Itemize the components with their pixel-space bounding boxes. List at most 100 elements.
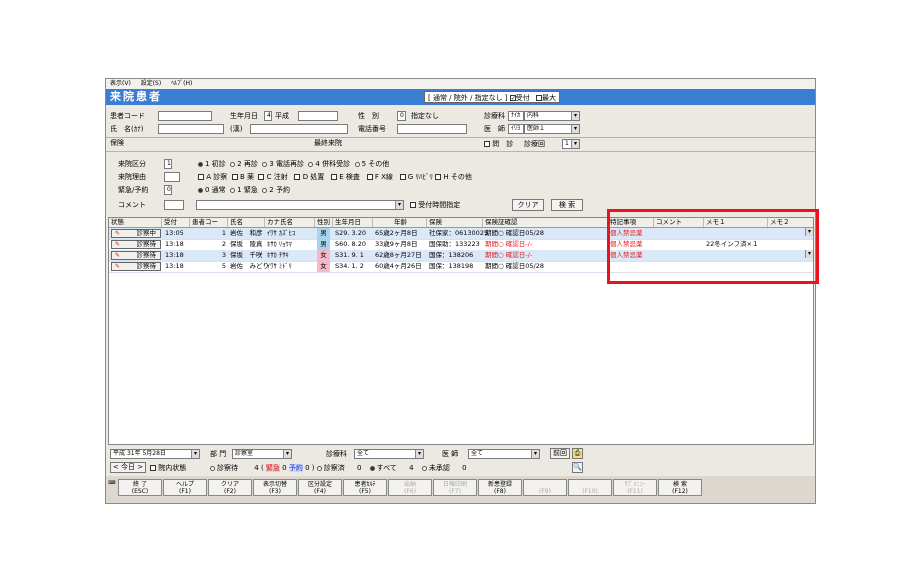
doctor-code[interactable]: ｲﾘﾖ — [508, 124, 524, 134]
comment-select[interactable] — [196, 200, 404, 210]
doctor-select[interactable]: 医師１ — [524, 124, 580, 134]
menu-help[interactable]: ﾍﾙﾌﾟ(H) — [171, 80, 192, 87]
prev-button[interactable]: 前回 — [550, 448, 570, 459]
birth-era-code[interactable]: 4 — [264, 111, 272, 121]
column-header[interactable]: 性別 — [315, 218, 333, 227]
fkey-f5[interactable]: 患者ｶﾙﾃ (F5) — [343, 479, 387, 496]
page-title: 来院患者 — [110, 90, 162, 103]
visit-count-select[interactable]: 1 — [562, 139, 580, 149]
menu-bar: 表示(V) 設定(S) ﾍﾙﾌﾟ(H) — [106, 79, 815, 89]
visit-reason-checkbox[interactable]: B 薬 — [231, 173, 254, 181]
patient-code-input[interactable] — [158, 111, 212, 121]
doctor-filter-select[interactable]: 全て — [468, 449, 540, 459]
urgent-input[interactable]: 0 — [164, 185, 172, 195]
fkey-f8[interactable]: 新患登録 (F8) — [478, 479, 522, 496]
status-button[interactable]: ✎ 診察待 — [111, 240, 161, 249]
unaccepted-radio[interactable]: 未承認 — [421, 464, 450, 472]
insurance: 国保：138206 — [429, 251, 474, 259]
birth-date-input[interactable] — [298, 111, 338, 121]
column-header[interactable]: 患者コー — [190, 218, 228, 227]
clear-button[interactable]: クリア — [512, 199, 544, 211]
all-radio[interactable]: すべて — [369, 464, 397, 472]
comment-code-input[interactable] — [164, 200, 184, 210]
patient-name: 保坂 千咲 — [230, 251, 263, 259]
fkey-f4[interactable]: 区分設定 (F4) — [298, 479, 342, 496]
status-button[interactable]: ✎ 診察中 — [111, 229, 161, 238]
today-button[interactable]: < 今日 > — [110, 462, 146, 473]
in-hospital-checkbox[interactable] — [150, 465, 156, 471]
fkey-f3[interactable]: 表示切替 (F3) — [253, 479, 297, 496]
fkey-esc[interactable]: 終 了 (ESC) — [118, 479, 162, 496]
visit-reason-checkbox[interactable]: H その他 — [435, 173, 472, 181]
radio-icon — [316, 465, 322, 471]
fkey-f6[interactable]: 出納 (F6) — [388, 479, 432, 496]
status-button[interactable]: ✎ 診察待 — [111, 251, 161, 260]
visit-type-radio[interactable]: 4 併科受診 — [308, 160, 350, 168]
reception-time-checkbox[interactable] — [410, 202, 416, 208]
menu-view[interactable]: 表示(V) — [110, 80, 131, 87]
dept-filter-select[interactable]: 診察室 — [232, 449, 292, 459]
visit-type-radio[interactable]: 5 その他 — [354, 160, 389, 168]
fkey-f7[interactable]: 日報印刷 (F7) — [433, 479, 477, 496]
visit-reason-checkbox[interactable]: E 検査 — [331, 173, 360, 181]
column-header[interactable]: カナ氏名 — [265, 218, 315, 227]
name-kanji-input[interactable] — [250, 124, 348, 134]
fkey-f9[interactable]: (F9) — [523, 479, 567, 496]
visit-reason-checkbox[interactable]: A 診察 — [198, 173, 227, 181]
visit-reason-checkbox[interactable]: D 処置 — [294, 173, 324, 181]
radio-icon — [308, 161, 314, 167]
print-icon[interactable]: ⎙ — [572, 448, 583, 459]
name-kanji-label: (漢) — [230, 125, 243, 133]
unaccepted-count: 0 — [462, 464, 467, 472]
menu-settings[interactable]: 設定(S) — [141, 80, 162, 87]
mode-indicator: [ 通常 / 院外 / 指定なし ] 受付 最大 — [424, 91, 560, 103]
urgent-radio[interactable]: 1 緊急 — [230, 186, 258, 194]
column-header[interactable]: 年齢 — [373, 218, 427, 227]
column-header[interactable]: 受付 — [162, 218, 190, 227]
name-kana-input[interactable] — [158, 124, 224, 134]
urgent-label: 緊急/予約 — [118, 186, 149, 194]
sex-code[interactable]: 0 — [397, 111, 406, 121]
visit-reason-checkbox[interactable]: G ﾘﾊﾋﾞﾘ — [399, 173, 433, 181]
waiting-radio[interactable]: 診察待 — [210, 464, 238, 472]
visit-reason-checkbox[interactable]: F X線 — [366, 173, 393, 181]
column-header[interactable]: 氏名 — [228, 218, 265, 227]
visit-type-radio[interactable]: 2 再診 — [230, 160, 258, 168]
fkey-f10[interactable]: (F10) — [568, 479, 612, 496]
fkey-f11[interactable]: ｻﾌﾞﾒﾆｭｰ (F11) — [613, 479, 657, 496]
date-select[interactable]: 平成 31年 5月28日 — [110, 449, 200, 459]
status-button[interactable]: ✎ 診察待 — [111, 262, 161, 271]
question-checkbox[interactable] — [484, 141, 490, 147]
title-bar: 来院患者 [ 通常 / 院外 / 指定なし ] 受付 最大 — [106, 89, 815, 105]
urgent-radio[interactable]: 2 予約 — [262, 186, 290, 194]
reception-time: 13:18 — [165, 240, 184, 248]
column-header[interactable]: 保険証確認 — [483, 218, 608, 227]
visit-type-input[interactable]: 1 — [164, 159, 172, 169]
urgent-radio[interactable]: 0 通常 — [198, 186, 226, 194]
dept-code[interactable]: ﾅｲｶ — [508, 111, 524, 121]
search-icon[interactable]: 🔍 — [572, 462, 583, 473]
done-radio[interactable]: 診察済 — [316, 464, 345, 472]
column-header[interactable]: 保険 — [427, 218, 483, 227]
visit-reason-input[interactable] — [164, 172, 180, 182]
fkey-f12[interactable]: 検 索 (F12) — [658, 479, 702, 496]
dept-select[interactable]: 内科 — [524, 111, 580, 121]
fkey-f1[interactable]: ヘルプ (F1) — [163, 479, 207, 496]
radio-icon — [198, 187, 203, 193]
pen-icon: ✎ — [115, 263, 121, 270]
doctor-label: 医 師 — [484, 125, 505, 133]
visit-type-radio[interactable]: 1 初診 — [198, 160, 226, 168]
phone-input[interactable] — [397, 124, 467, 134]
search-button[interactable]: 検 索 — [551, 199, 583, 211]
column-header[interactable]: 状態 — [109, 218, 162, 227]
patient-code: 2 — [221, 240, 226, 248]
clinic-filter-select[interactable]: 全て — [354, 449, 424, 459]
birth-date: S34. 1. 2 — [335, 262, 364, 270]
visit-count-label: 診療回 — [524, 140, 545, 148]
radio-icon — [230, 187, 236, 193]
column-header[interactable]: 生年月日 — [333, 218, 373, 227]
visit-reason-checkbox[interactable]: C 注射 — [258, 173, 288, 181]
visit-type-radio[interactable]: 3 電話再診 — [262, 160, 304, 168]
fkey-f2[interactable]: クリア (F2) — [208, 479, 252, 496]
dept-filter-label: 部 門 — [210, 450, 227, 458]
